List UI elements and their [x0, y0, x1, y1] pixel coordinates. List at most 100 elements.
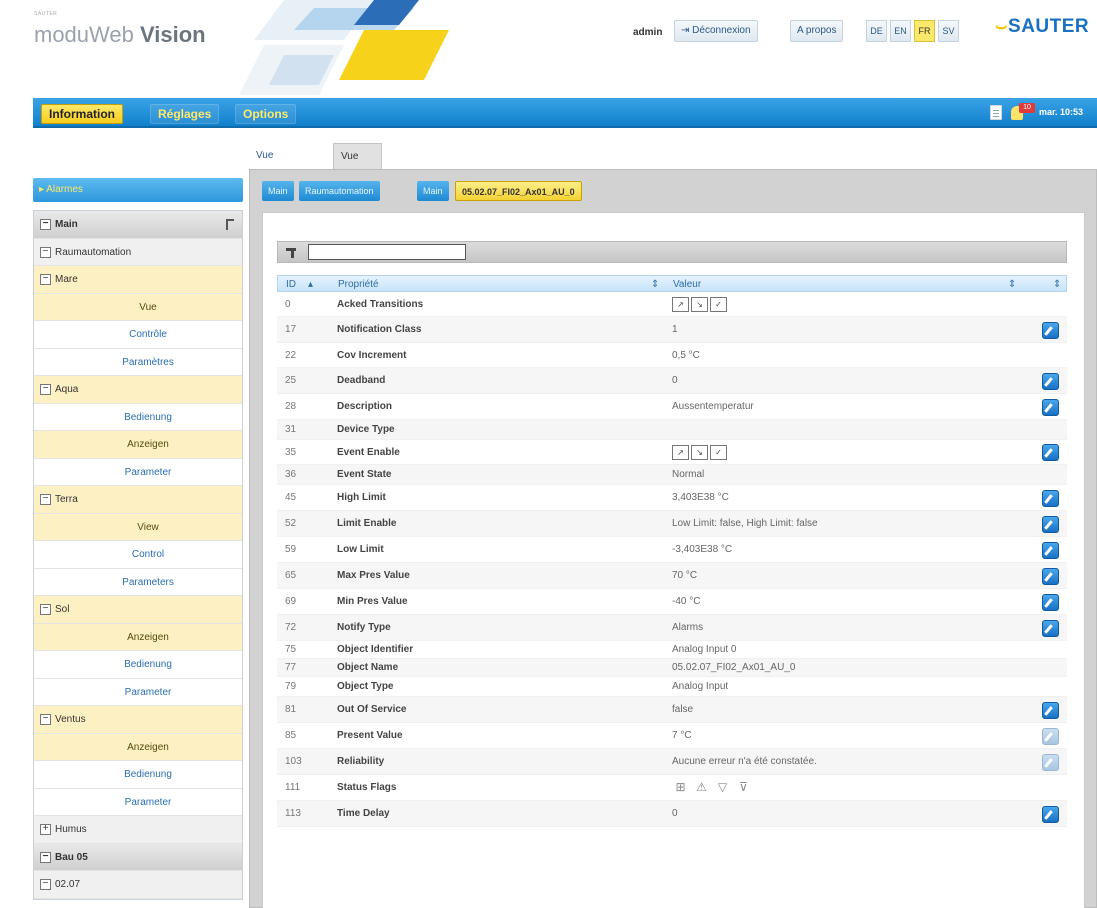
- sort-icon[interactable]: ⇕: [1053, 276, 1061, 293]
- filter-input[interactable]: [308, 244, 466, 260]
- tree-item[interactable]: Bedienung: [34, 403, 242, 431]
- edit-pencil-icon[interactable]: [1042, 702, 1059, 719]
- edit-pencil-icon[interactable]: [1042, 620, 1059, 637]
- tree-item-label: Raumautomation: [55, 246, 132, 258]
- properties-container: ID ▴ Propriété ⇕ Valeur ⇕ ⇕ 0 Acked Trans…: [262, 212, 1085, 908]
- tab-reglages[interactable]: Réglages: [150, 104, 220, 124]
- tree-item[interactable]: Anzeigen: [34, 733, 242, 761]
- tree-item[interactable]: Parameter: [34, 788, 242, 816]
- collapse-icon[interactable]: −: [40, 494, 51, 505]
- edit-pencil-icon[interactable]: [1042, 806, 1059, 823]
- alarm-notification-icon[interactable]: 10: [1011, 103, 1035, 121]
- edit-pencil-icon[interactable]: [1042, 568, 1059, 585]
- col-property-header[interactable]: Propriété: [338, 276, 379, 293]
- alarm-panel-header[interactable]: ▸ Alarmes: [33, 178, 243, 202]
- tree-item[interactable]: − Bau 05: [34, 843, 242, 871]
- collapse-icon[interactable]: −: [40, 246, 51, 258]
- tree-item-label: View: [137, 521, 159, 533]
- tab-options[interactable]: Options: [235, 104, 297, 124]
- sidebar: ▸ Alarmes − Main − Raumautomation − Mare Vue Co…: [33, 178, 243, 908]
- tree-item[interactable]: Parameter: [34, 458, 242, 486]
- tree-item[interactable]: − Raumautomation: [34, 238, 242, 266]
- cell-value: ↗ ↘ ✓: [672, 292, 729, 317]
- breadcrumb-item[interactable]: Main: [417, 181, 449, 201]
- edit-pencil-icon[interactable]: [1042, 516, 1059, 533]
- cell-value: ⊞ ⚠ ▽ ⊽: [672, 775, 756, 801]
- tree-item[interactable]: − Ventus: [34, 706, 242, 734]
- collapse-icon[interactable]: −: [40, 219, 51, 230]
- collapse-icon[interactable]: −: [40, 714, 51, 725]
- breadcrumb-item[interactable]: Main: [262, 181, 294, 201]
- cell-property: Min Pres Value: [337, 596, 408, 607]
- collapse-icon[interactable]: −: [40, 384, 51, 395]
- tab-vue-standard[interactable]: Vue standard: [249, 143, 302, 187]
- logout-button[interactable]: ⇥ Déconnexion: [674, 20, 758, 42]
- sort-asc-icon[interactable]: ▴: [308, 276, 313, 293]
- tree-item[interactable]: Anzeigen: [34, 623, 242, 651]
- lang-fr[interactable]: FR: [914, 20, 935, 42]
- tab-information[interactable]: Information: [41, 104, 123, 124]
- tab-vue-experte[interactable]: Vue experte: [333, 143, 383, 188]
- tree-item-label: Parameter: [124, 466, 172, 478]
- edit-pencil-icon[interactable]: [1042, 490, 1059, 507]
- tree-item[interactable]: + Humus: [34, 816, 242, 844]
- tree-item[interactable]: View: [34, 513, 242, 541]
- tree-item[interactable]: Parameter: [34, 678, 242, 706]
- cell-value: Analog Input: [672, 681, 729, 692]
- cell-value: 70 °C: [672, 570, 698, 581]
- table-row: 85 Present Value 7 °C: [277, 723, 1067, 749]
- cell-value: Low Limit: false, High Limit: false: [672, 518, 818, 529]
- cell-id: 79: [285, 681, 297, 692]
- edit-pencil-icon[interactable]: [1042, 322, 1059, 339]
- collapse-icon[interactable]: −: [40, 879, 51, 890]
- tree-item-label: Ventus: [55, 714, 86, 725]
- collapse-icon[interactable]: −: [40, 274, 51, 285]
- table-row: 28 Description Aussentemperatur: [277, 394, 1067, 420]
- cell-property: Out Of Service: [337, 704, 407, 715]
- lang-de[interactable]: DE: [866, 20, 887, 42]
- edit-pencil-icon[interactable]: [1042, 542, 1059, 559]
- tree-item[interactable]: Bedienung: [34, 761, 242, 789]
- tree-item[interactable]: Contrôle: [34, 321, 242, 349]
- cell-property: Notify Type: [337, 622, 391, 633]
- collapse-icon[interactable]: −: [40, 851, 51, 863]
- sort-icon[interactable]: ⇕: [1008, 276, 1016, 293]
- lang-en[interactable]: EN: [890, 20, 911, 42]
- tree-item[interactable]: Control: [34, 541, 242, 569]
- about-button[interactable]: A propos: [790, 20, 844, 42]
- edit-pencil-icon[interactable]: [1042, 594, 1059, 611]
- tree-item-label: Parameters: [122, 576, 174, 588]
- edit-pencil-icon[interactable]: [1042, 399, 1059, 416]
- cell-property: Description: [337, 401, 393, 412]
- tree-item[interactable]: − Aqua: [34, 376, 242, 404]
- tree-item[interactable]: − Terra: [34, 486, 242, 514]
- tree-item[interactable]: Parameters: [34, 568, 242, 596]
- tree-item[interactable]: Anzeigen: [34, 431, 242, 459]
- edit-pencil-icon[interactable]: [1042, 444, 1059, 461]
- cell-property: Deadband: [337, 375, 386, 386]
- tree-item[interactable]: Paramètres: [34, 348, 242, 376]
- collapse-icon[interactable]: −: [40, 604, 51, 615]
- col-id-header[interactable]: ID: [286, 276, 296, 293]
- sort-icon[interactable]: ⇕: [651, 276, 659, 293]
- lang-sv[interactable]: SV: [938, 20, 959, 42]
- table-row: 69 Min Pres Value -40 °C: [277, 589, 1067, 615]
- breadcrumb-item[interactable]: Raumautomation: [299, 181, 380, 201]
- cell-id: 65: [285, 570, 297, 581]
- tree-item[interactable]: −02.07: [34, 871, 242, 899]
- sauter-logo-mark-icon: ⌣: [995, 16, 1009, 37]
- tree-item[interactable]: Vue: [34, 293, 242, 321]
- tree-item[interactable]: − Sol: [34, 596, 242, 624]
- tree-item-label: Anzeigen: [127, 631, 169, 643]
- tree-item[interactable]: − Main: [34, 211, 242, 239]
- cell-id: 77: [285, 662, 297, 673]
- edit-pencil-icon[interactable]: [1042, 373, 1059, 390]
- edit-pencil-icon: [1042, 728, 1059, 745]
- col-value-header[interactable]: Valeur: [673, 276, 701, 293]
- pin-icon[interactable]: [226, 219, 234, 230]
- document-icon[interactable]: [990, 105, 1002, 120]
- cell-property: High Limit: [337, 492, 386, 503]
- expand-icon[interactable]: +: [40, 824, 51, 835]
- tree-item[interactable]: Bedienung: [34, 651, 242, 679]
- tree-item[interactable]: − Mare: [34, 266, 242, 294]
